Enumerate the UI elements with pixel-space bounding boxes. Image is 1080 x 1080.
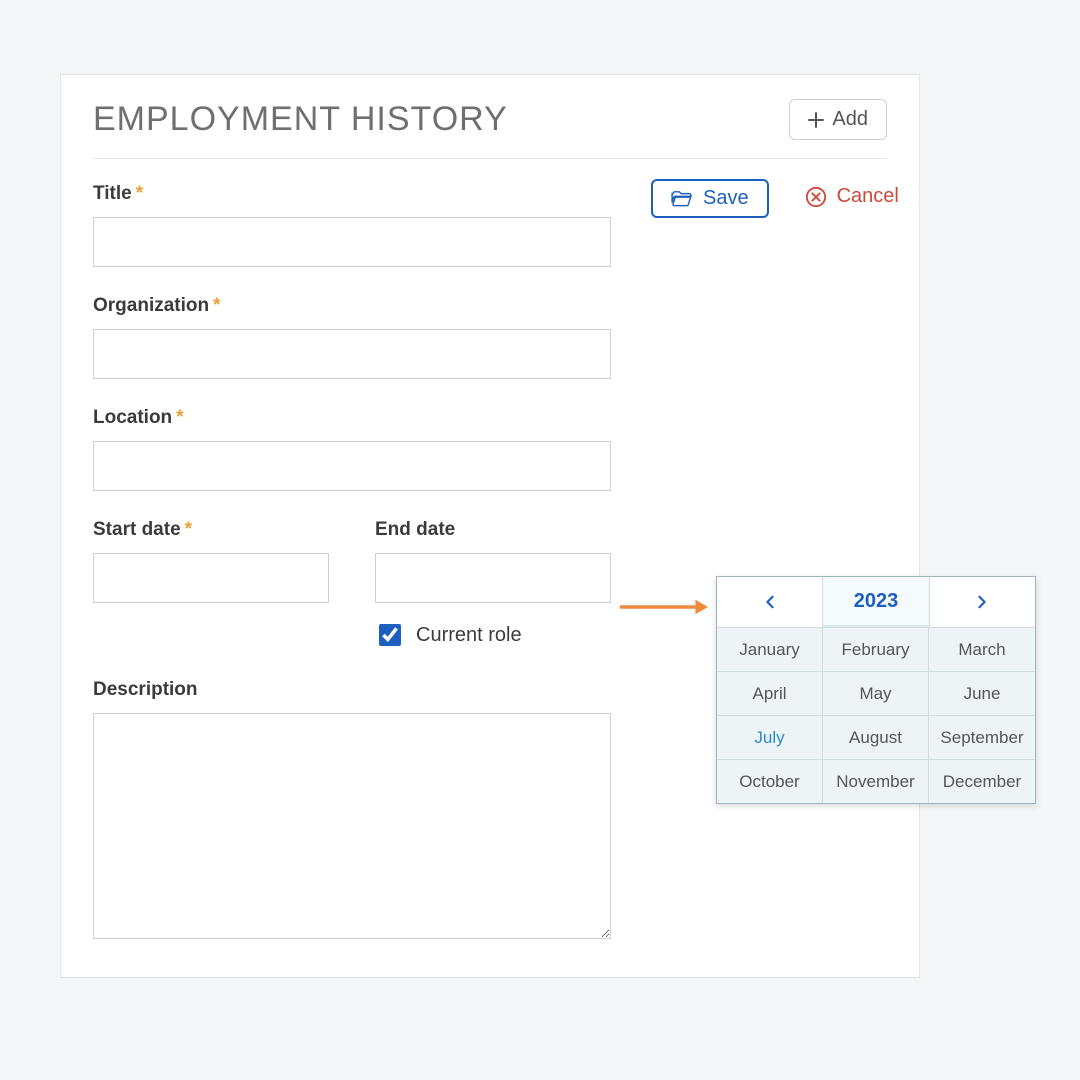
month-cell-january[interactable]: January bbox=[717, 627, 823, 671]
current-role-row[interactable]: Current role bbox=[375, 621, 611, 649]
month-cell-may[interactable]: May bbox=[823, 671, 929, 715]
add-button[interactable]: Add bbox=[789, 99, 887, 140]
month-cell-december[interactable]: December bbox=[929, 759, 1035, 803]
month-grid: JanuaryFebruaryMarch AprilMayJune JulyAugu… bbox=[717, 627, 1035, 803]
month-cell-june[interactable]: June bbox=[929, 671, 1035, 715]
month-picker-header: 2023 bbox=[717, 577, 1035, 627]
end-date-label: End date bbox=[375, 519, 611, 541]
start-date-label: Start date* bbox=[93, 519, 329, 541]
required-mark: * bbox=[213, 295, 220, 316]
required-mark: * bbox=[136, 183, 143, 204]
location-label: Location* bbox=[93, 407, 887, 429]
location-input[interactable] bbox=[93, 441, 611, 491]
organization-label: Organization* bbox=[93, 295, 887, 317]
plus-icon bbox=[808, 112, 824, 128]
month-cell-april[interactable]: April bbox=[717, 671, 823, 715]
current-role-checkbox[interactable] bbox=[379, 624, 401, 646]
year-button[interactable]: 2023 bbox=[823, 577, 929, 627]
month-cell-november[interactable]: November bbox=[823, 759, 929, 803]
end-date-input[interactable] bbox=[375, 553, 611, 603]
required-mark: * bbox=[185, 519, 192, 540]
start-date-input[interactable] bbox=[93, 553, 329, 603]
month-cell-october[interactable]: October bbox=[717, 759, 823, 803]
year-label: 2023 bbox=[854, 590, 899, 613]
form-row-title-and-actions: Title* Save Cancel bbox=[93, 183, 887, 295]
save-button-label: Save bbox=[703, 187, 749, 210]
chevron-right-icon bbox=[975, 595, 989, 609]
organization-input[interactable] bbox=[93, 329, 611, 379]
folder-open-icon bbox=[671, 190, 693, 208]
title-input[interactable] bbox=[93, 217, 611, 267]
month-cell-july[interactable]: July bbox=[717, 715, 823, 759]
chevron-left-icon bbox=[763, 595, 777, 609]
next-year-button[interactable] bbox=[930, 577, 1035, 627]
month-picker-popover: 2023 JanuaryFebruaryMarch AprilMayJune Jul… bbox=[716, 576, 1036, 804]
required-mark: * bbox=[176, 407, 183, 428]
prev-year-button[interactable] bbox=[717, 577, 823, 627]
close-circle-icon bbox=[805, 186, 827, 208]
employment-history-panel: EMPLOYMENT HISTORY Add Title* Save bbox=[60, 74, 920, 978]
section-title: EMPLOYMENT HISTORY bbox=[93, 100, 508, 139]
add-button-label: Add bbox=[832, 108, 868, 131]
cancel-button-label: Cancel bbox=[837, 185, 899, 208]
cancel-button[interactable]: Cancel bbox=[805, 185, 899, 208]
current-role-label: Current role bbox=[416, 624, 522, 647]
month-cell-march[interactable]: March bbox=[929, 627, 1035, 671]
save-button[interactable]: Save bbox=[651, 179, 769, 218]
title-label: Title* bbox=[93, 183, 611, 205]
month-cell-february[interactable]: February bbox=[823, 627, 929, 671]
panel-header: EMPLOYMENT HISTORY Add bbox=[93, 99, 887, 159]
description-textarea[interactable] bbox=[93, 713, 611, 939]
month-cell-september[interactable]: September bbox=[929, 715, 1035, 759]
month-cell-august[interactable]: August bbox=[823, 715, 929, 759]
